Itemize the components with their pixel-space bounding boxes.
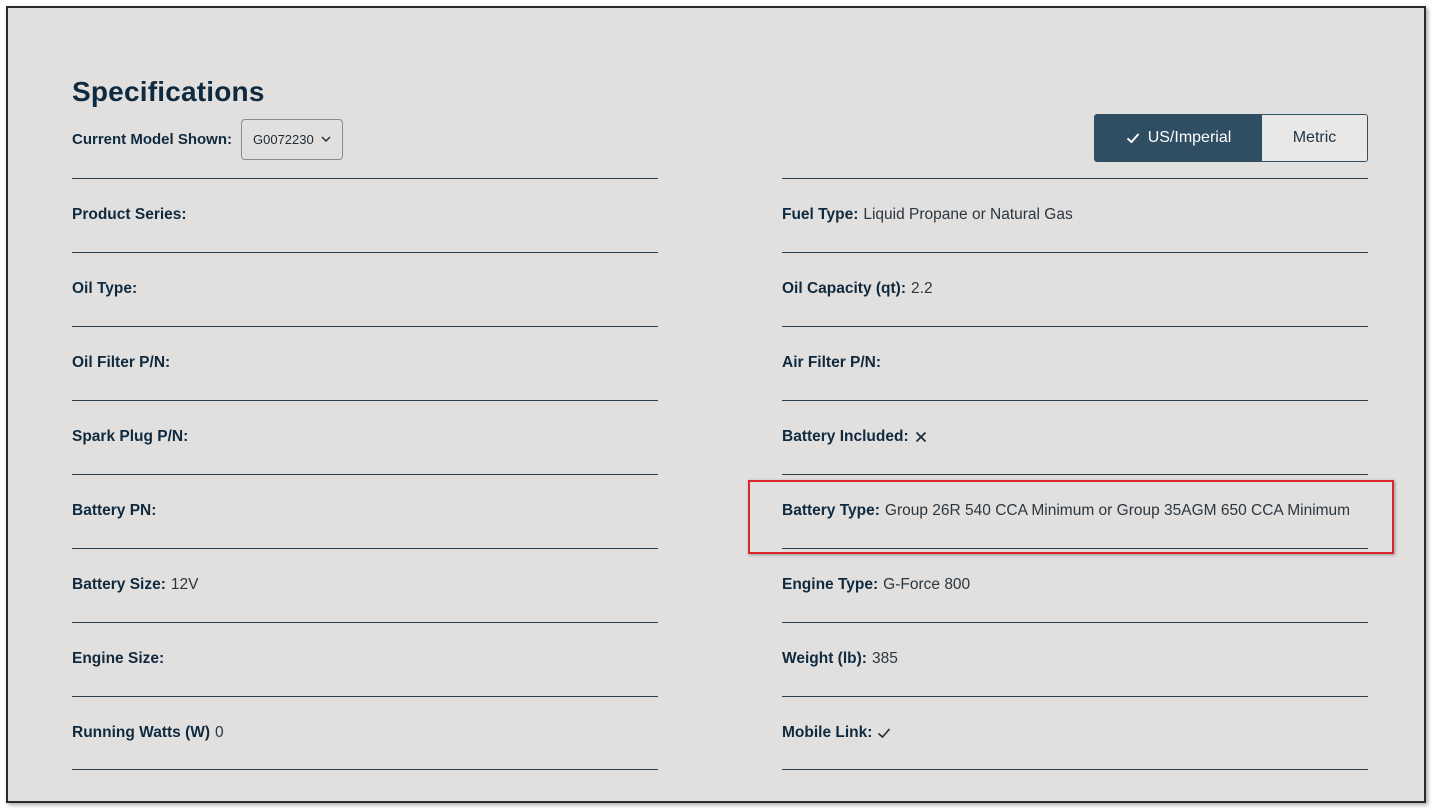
spec-row-battery-size: Battery Size: 12V: [72, 548, 658, 622]
spec-label: Oil Type:: [72, 280, 138, 297]
spec-row-oil-type: Oil Type:: [72, 252, 658, 326]
spec-row-product-series: Product Series:: [72, 178, 658, 252]
specifications-panel: Specifications Current Model Shown: G007…: [6, 6, 1426, 803]
page-title: Specifications: [72, 76, 265, 107]
unit-toggle: US/Imperial Metric: [1094, 114, 1368, 162]
spec-value: Group 26R 540 CCA Minimum or Group 35AGM…: [884, 502, 1351, 519]
model-selector-row: Current Model Shown: G0072230: [72, 117, 343, 161]
metric-button[interactable]: Metric: [1262, 115, 1367, 161]
spec-value: 12V: [170, 576, 199, 593]
spec-label: Spark Plug P/N:: [72, 428, 189, 445]
spec-label: Air Filter P/N:: [782, 354, 882, 371]
specs-column-right: Fuel Type: Liquid Propane or Natural Gas…: [782, 178, 1368, 770]
spec-label: Battery Type:: [782, 502, 880, 519]
model-select[interactable]: G0072230: [241, 118, 343, 160]
spec-label: Running Watts (W): [72, 723, 211, 741]
spec-label: Mobile Link:: [782, 723, 873, 741]
metric-label: Metric: [1292, 129, 1337, 146]
spec-value: 0: [215, 723, 224, 741]
model-label: Current Model Shown:: [72, 130, 232, 148]
spec-row-engine-size: Engine Size:: [72, 622, 658, 696]
spec-row-running-watts: Running Watts (W) 0: [72, 696, 658, 770]
chevron-down-icon: [321, 136, 331, 142]
spec-value: 385: [871, 650, 898, 667]
spec-row-oil-filter: Oil Filter P/N:: [72, 326, 658, 400]
spec-row-engine-type: Engine Type: G-Force 800: [782, 548, 1368, 622]
spec-row-air-filter: Air Filter P/N:: [782, 326, 1368, 400]
spec-row-battery-pn: Battery PN:: [72, 474, 658, 548]
x-icon: [915, 431, 926, 443]
model-select-value: G0072230: [253, 131, 314, 147]
spec-row-battery-included: Battery Included:: [782, 400, 1368, 474]
us-imperial-button[interactable]: US/Imperial: [1095, 115, 1262, 161]
checkmark-icon: [1126, 133, 1139, 144]
spec-label: Fuel Type:: [782, 206, 859, 223]
spec-row-battery-type: Battery Type: Group 26R 540 CCA Minimum …: [782, 474, 1368, 548]
spec-value: Liquid Propane or Natural Gas: [863, 206, 1073, 223]
spec-label: Battery Included:: [782, 428, 909, 445]
spec-row-fuel-type: Fuel Type: Liquid Propane or Natural Gas: [782, 178, 1368, 252]
spec-row-mobile-link: Mobile Link:: [782, 696, 1368, 770]
specs-column-left: Product Series: Oil Type: Oil Filter P/N…: [72, 178, 658, 770]
spec-label: Product Series:: [72, 206, 187, 223]
spec-label: Oil Capacity (qt):: [782, 280, 907, 297]
us-imperial-label: US/Imperial: [1147, 129, 1232, 146]
spec-row-oil-capacity: Oil Capacity (qt): 2.2: [782, 252, 1368, 326]
spec-value: G-Force 800: [883, 576, 971, 593]
spec-value: 2.2: [911, 280, 933, 297]
spec-label: Weight (lb):: [782, 650, 867, 667]
spec-label: Engine Size:: [72, 650, 165, 667]
checkmark-icon: [878, 727, 891, 738]
spec-label: Oil Filter P/N:: [72, 354, 171, 371]
spec-label: Battery Size:: [72, 576, 166, 593]
spec-label: Battery PN:: [72, 502, 157, 519]
spec-label: Engine Type:: [782, 576, 879, 593]
spec-row-spark-plug: Spark Plug P/N:: [72, 400, 658, 474]
spec-row-weight: Weight (lb): 385: [782, 622, 1368, 696]
